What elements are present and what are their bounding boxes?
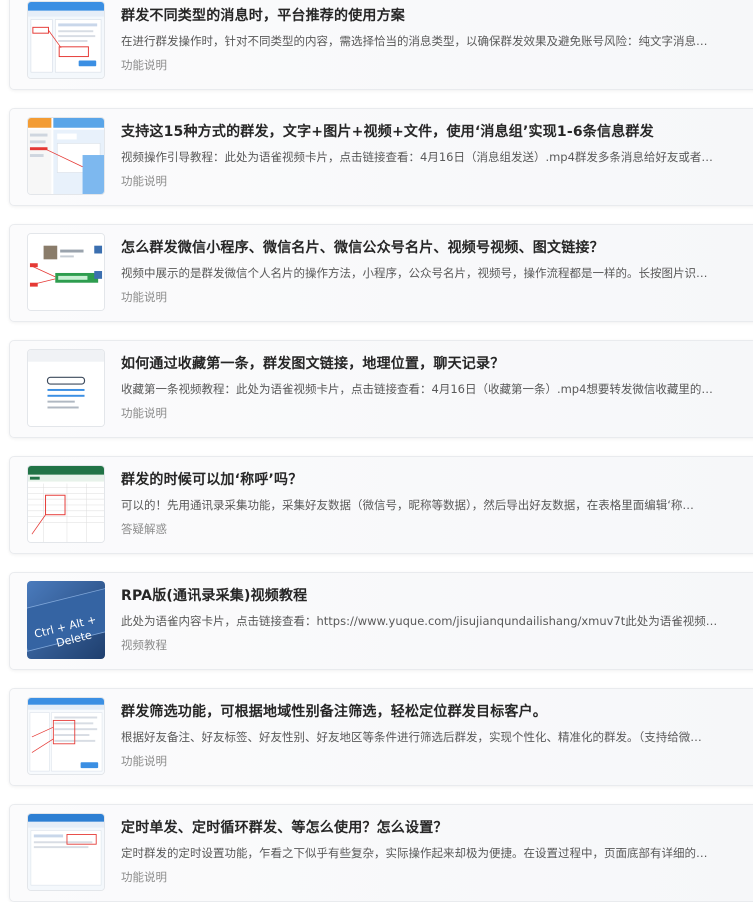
article-description: 视频中展示的是群发微信个人名片的操作方法，小程序，公众号名片，视频号，操作流程都… [121, 266, 708, 280]
article-description: 收藏第一条视频教程：此处为语雀视频卡片，点击链接查看：4月16日（收藏第一条）.… [121, 382, 713, 396]
article-category: 功能说明 [121, 754, 167, 768]
article-description: 根据好友备注、好友标签、好友性别、好友地区等条件进行筛选后群发，实现个性化、精准… [121, 730, 702, 744]
article-title[interactable]: 定时单发、定时循环群发、等怎么使用？怎么设置？ [121, 817, 748, 837]
article-title[interactable]: 群发不同类型的消息时，平台推荐的使用方案 [121, 5, 748, 25]
article-description: 此处为语雀内容卡片，点击链接查看：https://www.yuque.com/j… [121, 614, 718, 628]
article-description: 可以的！先用通讯录采集功能，采集好友数据（微信号，昵称等数据），然后导出好友数据… [121, 498, 694, 512]
article-thumbnail [27, 117, 105, 195]
list-item[interactable]: 群发筛选功能，可根据地域性别备注筛选，轻松定位群发目标客户。 根据好友备注、好友… [9, 688, 753, 786]
article-description: 视频操作引导教程：此处为语雀视频卡片，点击链接查看：4月16日（消息组发送）.m… [121, 150, 713, 164]
article-list: 群发不同类型的消息时，平台推荐的使用方案 在进行群发操作时，针对不同类型的内容，… [0, 0, 753, 902]
article-title[interactable]: 群发筛选功能，可根据地域性别备注筛选，轻松定位群发目标客户。 [121, 701, 748, 721]
article-category: 功能说明 [121, 290, 167, 304]
article-category: 答疑解惑 [121, 522, 167, 536]
article-title[interactable]: 如何通过收藏第一条，群发图文链接，地理位置，聊天记录？ [121, 353, 748, 373]
article-thumbnail [27, 465, 105, 543]
list-item[interactable]: 群发的时候可以加‘称呼’吗？ 可以的！先用通讯录采集功能，采集好友数据（微信号，… [9, 456, 753, 554]
article-thumbnail [27, 813, 105, 891]
article-category: 功能说明 [121, 406, 167, 420]
list-item[interactable]: Ctrl + Alt + Delete RPA版(通讯录采集)视频教程 此处为语… [9, 572, 753, 670]
list-item[interactable]: 支持这15种方式的群发，文字+图片+视频+文件，使用‘消息组’实现1-6条信息群… [9, 108, 753, 206]
article-category: 功能说明 [121, 174, 167, 188]
article-category: 功能说明 [121, 870, 167, 884]
article-description: 定时群发的定时设置功能，乍看之下似乎有些复杂，实际操作起来却极为便捷。在设置过程… [121, 846, 708, 860]
article-title[interactable]: 支持这15种方式的群发，文字+图片+视频+文件，使用‘消息组’实现1-6条信息群… [121, 121, 748, 141]
article-title[interactable]: RPA版(通讯录采集)视频教程 [121, 585, 748, 605]
list-item[interactable]: 如何通过收藏第一条，群发图文链接，地理位置，聊天记录？ 收藏第一条视频教程：此处… [9, 340, 753, 438]
article-thumbnail [27, 233, 105, 311]
article-title[interactable]: 群发的时候可以加‘称呼’吗？ [121, 469, 748, 489]
list-item[interactable]: 定时单发、定时循环群发、等怎么使用？怎么设置？ 定时群发的定时设置功能，乍看之下… [9, 804, 753, 902]
article-category: 功能说明 [121, 58, 167, 72]
article-description: 在进行群发操作时，针对不同类型的内容，需选择恰当的消息类型，以确保群发效果及避免… [121, 34, 708, 48]
article-thumbnail [27, 1, 105, 79]
list-item[interactable]: 群发不同类型的消息时，平台推荐的使用方案 在进行群发操作时，针对不同类型的内容，… [9, 0, 753, 90]
list-item[interactable]: 怎么群发微信小程序、微信名片、微信公众号名片、视频号视频、图文链接？ 视频中展示… [9, 224, 753, 322]
article-category: 视频教程 [121, 638, 167, 652]
article-thumbnail: Ctrl + Alt + Delete [27, 581, 105, 659]
article-title[interactable]: 怎么群发微信小程序、微信名片、微信公众号名片、视频号视频、图文链接？ [121, 237, 748, 257]
article-thumbnail [27, 697, 105, 775]
article-thumbnail [27, 349, 105, 427]
